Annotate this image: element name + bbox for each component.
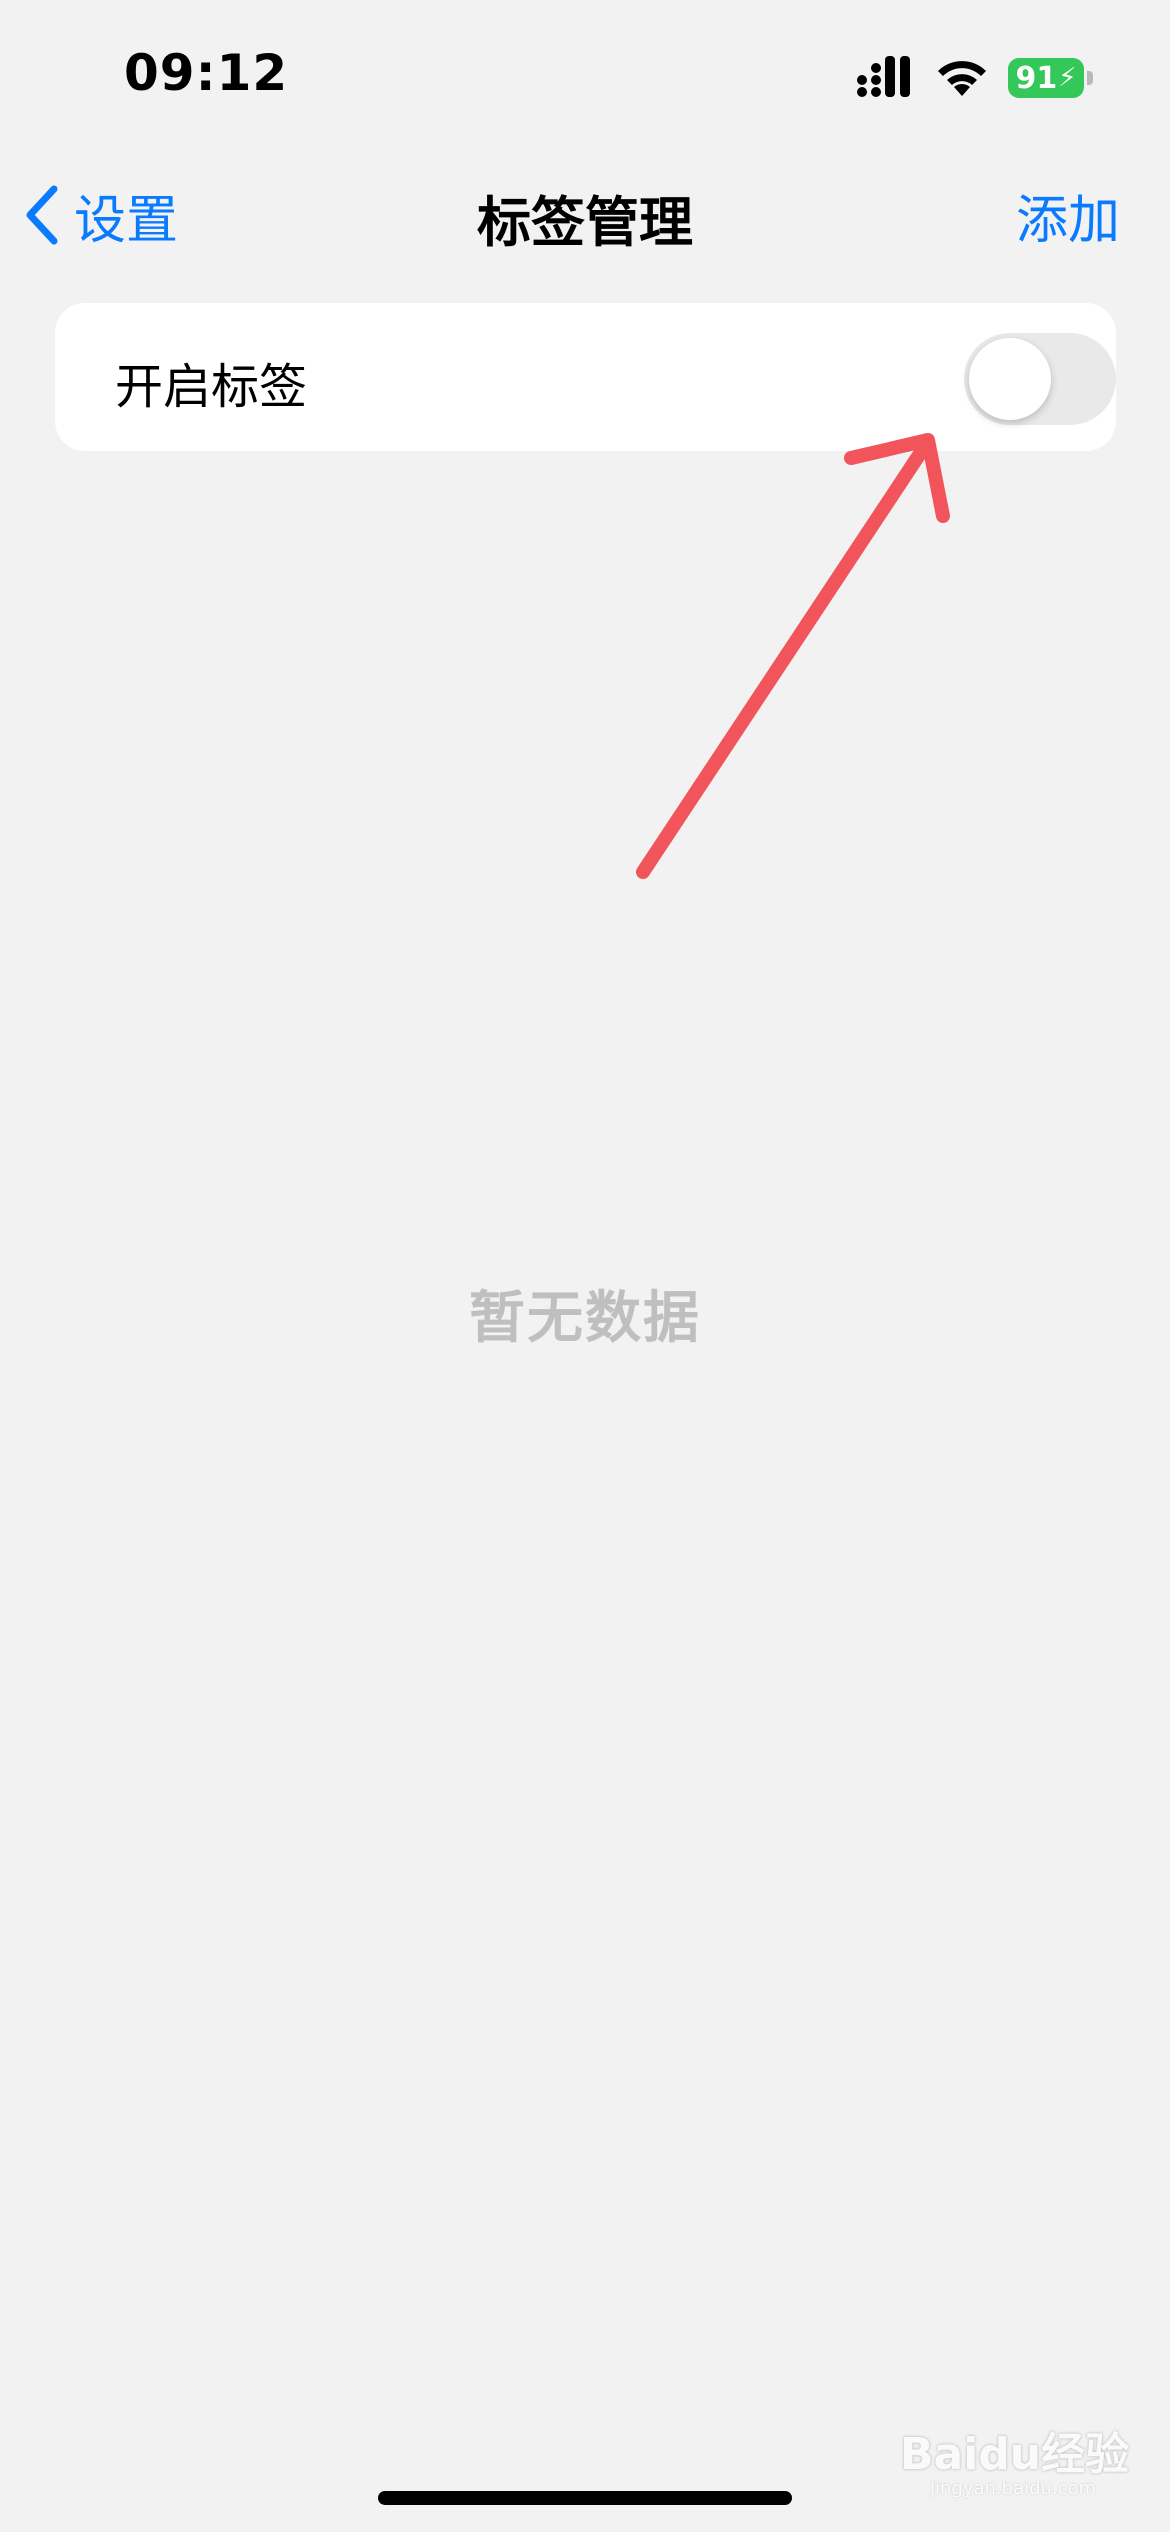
battery-indicator: 91 ⚡ (1008, 58, 1084, 98)
battery-charging-icon: ⚡ (1058, 63, 1077, 93)
status-time: 09:12 (124, 44, 289, 102)
enable-tags-toggle[interactable] (964, 333, 1116, 425)
home-indicator[interactable] (378, 2491, 792, 2505)
watermark-logo: Baidu经验 (900, 2429, 1130, 2480)
battery-cap (1087, 71, 1093, 85)
enable-tags-row: 开启标签 (55, 303, 1116, 451)
empty-state-text: 暂无数据 (469, 1286, 701, 1351)
signal-icon (857, 56, 910, 97)
watermark-url: jingyan.baidu.com (930, 2478, 1097, 2499)
battery-level: 91 (1015, 60, 1058, 96)
toggle-knob (969, 338, 1051, 420)
enable-tags-label: 开启标签 (115, 359, 308, 415)
wifi-icon (938, 61, 986, 96)
add-button[interactable]: 添加 (1016, 178, 1120, 253)
navigation-bar: 设置 标签管理 添加 (0, 150, 1170, 280)
status-bar: 09:12 91 ⚡ (0, 0, 1170, 150)
page-title: 标签管理 (477, 191, 693, 254)
